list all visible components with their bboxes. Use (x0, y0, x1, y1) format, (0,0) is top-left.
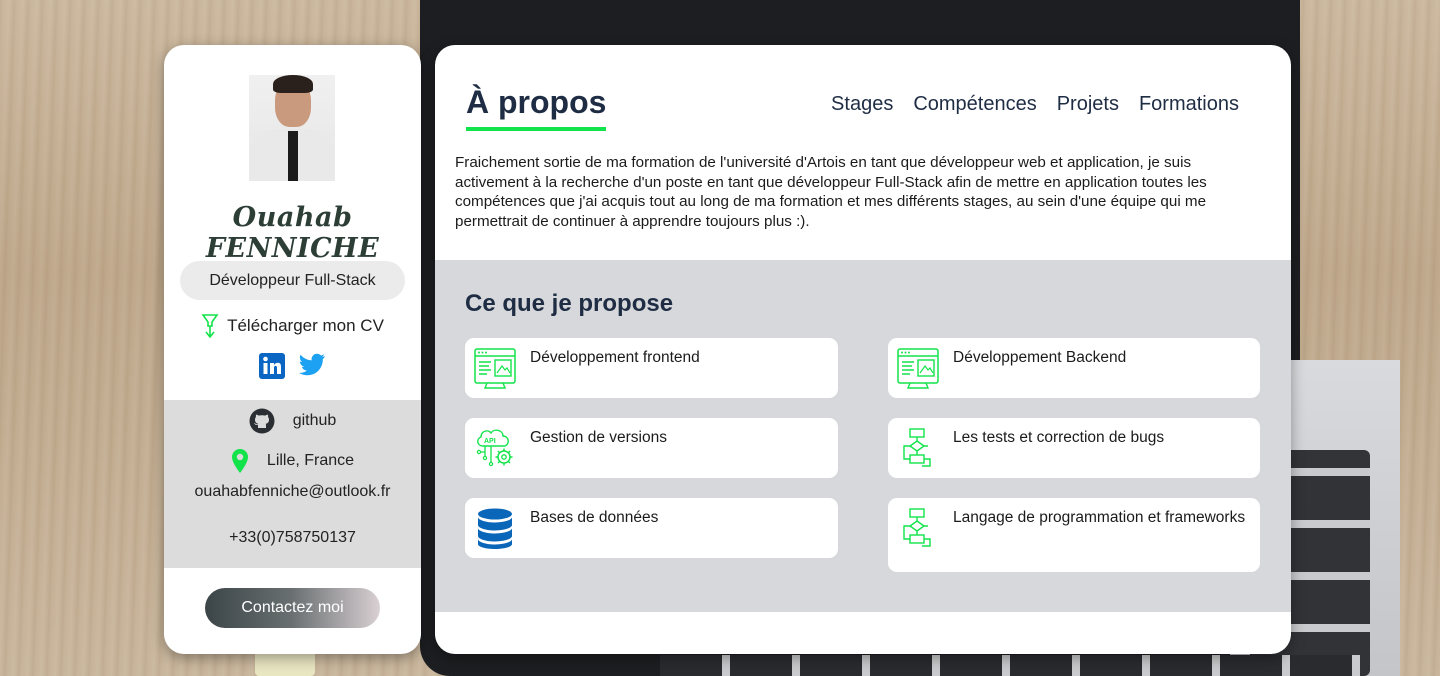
email-label: ouahabfenniche@outlook.fr (194, 483, 391, 500)
service-label: Gestion de versions (530, 429, 667, 446)
contact-button[interactable]: Contactez moi (205, 588, 380, 628)
services-section: Ce que je propose Développement frontend (435, 260, 1291, 612)
service-card-backend: Développement Backend (888, 338, 1260, 398)
top-nav: Stages Compétences Projets Formations (831, 93, 1239, 116)
service-card-versions: API Gestion de versions (465, 418, 838, 478)
about-paragraph: Fraichement sortie de ma formation de l'… (455, 154, 1207, 230)
profile-card: Ouahab FENNICHE Développeur Full-Stack T… (164, 45, 421, 654)
about-card: À propos Stages Compétences Projets Form… (435, 45, 1291, 654)
location-row: Lille, France (164, 447, 421, 475)
svg-text:API: API (484, 438, 496, 445)
web-dev-icon (474, 348, 516, 389)
profile-name: Ouahab FENNICHE (205, 202, 380, 264)
phone-label: +33(0)758750137 (229, 529, 356, 546)
page-title: À propos (466, 84, 607, 120)
api-gear-icon: API (476, 429, 513, 467)
download-cv-link[interactable]: Télécharger mon CV (164, 313, 421, 339)
social-links (164, 353, 421, 379)
flowchart-icon (903, 428, 931, 467)
download-cv-icon (201, 314, 219, 339)
service-card-languages: Langage de programmation et frameworks (888, 498, 1260, 572)
avatar (249, 75, 335, 181)
background-keyboard-row (660, 655, 1360, 676)
linkedin-icon[interactable] (259, 353, 285, 379)
title-underline (466, 127, 606, 131)
email-link[interactable]: ouahabfenniche@outlook.fr (164, 482, 421, 502)
location-pin-icon (231, 449, 248, 473)
contact-info: github Lille, France ouahabfenniche@outl… (164, 400, 421, 568)
flowchart-icon (903, 508, 931, 547)
nav-item-stages[interactable]: Stages (831, 93, 893, 116)
database-icon (478, 508, 512, 549)
download-cv-label: Télécharger mon CV (227, 316, 384, 335)
location-label: Lille, France (266, 452, 355, 469)
twitter-icon[interactable] (299, 353, 326, 377)
nav-item-formations[interactable]: Formations (1139, 93, 1239, 116)
phone-link[interactable]: +33(0)758750137 (164, 528, 421, 548)
service-card-databases: Bases de données (465, 498, 838, 558)
nav-item-competences[interactable]: Compétences (913, 93, 1036, 116)
service-label: Bases de données (530, 509, 659, 526)
web-dev-icon (897, 348, 939, 389)
service-card-tests: Les tests et correction de bugs (888, 418, 1260, 478)
service-label: Développement Backend (953, 349, 1127, 366)
github-icon (249, 408, 275, 434)
service-label: Les tests et correction de bugs (953, 429, 1165, 446)
service-label: Développement frontend (530, 349, 700, 366)
nav-item-projets[interactable]: Projets (1057, 93, 1119, 116)
github-link[interactable]: github (164, 408, 421, 434)
role-badge: Développeur Full-Stack (180, 261, 405, 300)
service-card-frontend: Développement frontend (465, 338, 838, 398)
services-title: Ce que je propose (465, 290, 674, 317)
service-label: Langage de programmation et frameworks (953, 509, 1246, 526)
github-label: github (292, 412, 337, 429)
